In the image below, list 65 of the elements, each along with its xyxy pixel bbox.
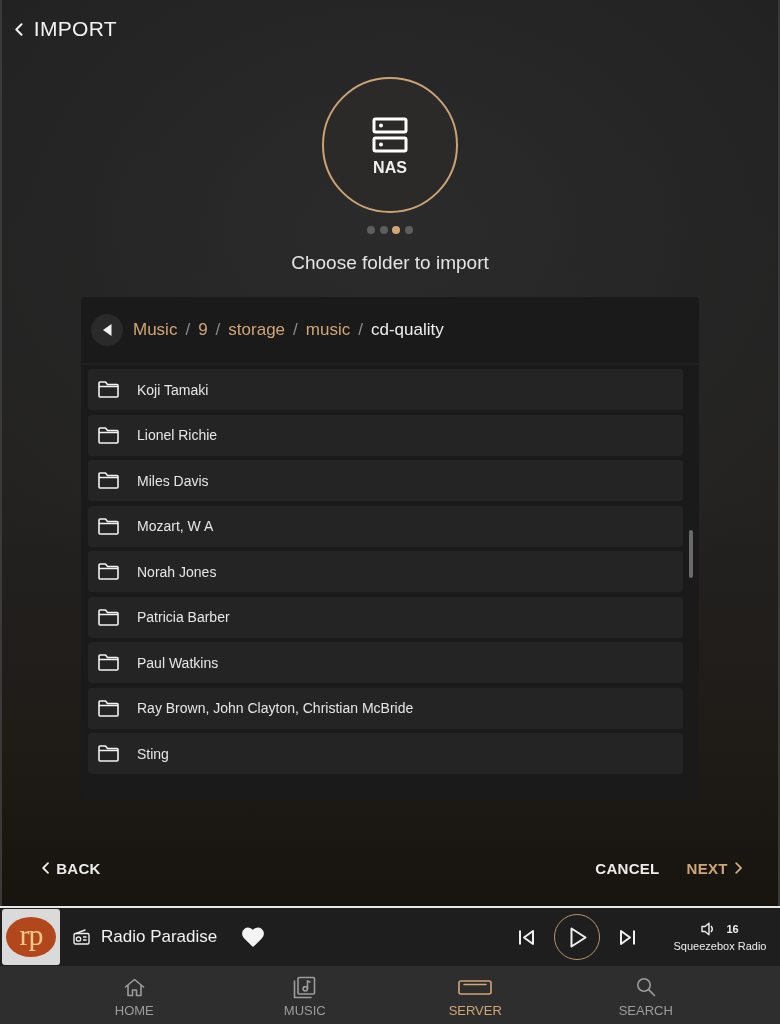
folder-name: Koji Tamaki bbox=[137, 381, 209, 398]
breadcrumb-link[interactable]: music bbox=[305, 320, 351, 340]
nav-tab[interactable]: HOME bbox=[49, 966, 220, 1024]
folder-icon bbox=[98, 699, 119, 717]
music-library-icon bbox=[293, 975, 317, 999]
back-text-button[interactable]: BACK bbox=[40, 855, 103, 881]
next-button[interactable]: NEXT bbox=[684, 855, 744, 881]
nav-tab[interactable]: MUSIC bbox=[219, 966, 390, 1024]
folder-name: Lionel Richie bbox=[137, 427, 218, 443]
folder-icon bbox=[98, 381, 119, 398]
breadcrumb-current: cd-quality bbox=[370, 320, 444, 340]
folder-icon bbox=[98, 563, 119, 580]
search-icon bbox=[635, 977, 656, 997]
breadcrumb-back-button[interactable] bbox=[91, 314, 123, 346]
breadcrumb-link[interactable]: storage bbox=[228, 320, 286, 340]
folder-icon bbox=[98, 654, 119, 671]
breadcrumb-link[interactable]: 9 bbox=[198, 320, 208, 340]
caret-left-icon bbox=[102, 324, 112, 336]
folder-icon bbox=[98, 472, 119, 489]
breadcrumb-separator: / bbox=[293, 320, 298, 340]
chevron-left-icon bbox=[42, 862, 50, 874]
server-slot-icon bbox=[458, 979, 493, 995]
folder-row[interactable]: Ray Brown, John Clayton, Christian McBride bbox=[88, 687, 683, 729]
skip-forward-icon bbox=[619, 928, 636, 946]
folder-name: Ray Brown, John Clayton, Christian McBride bbox=[137, 700, 414, 716]
speaker-icon bbox=[701, 922, 716, 936]
station-name: Radio Paradise bbox=[101, 927, 218, 947]
home-icon bbox=[123, 977, 145, 997]
nav-tab[interactable]: SERVER bbox=[390, 966, 561, 1024]
volume-value: 16 bbox=[726, 923, 739, 935]
heading: Choose folder to import bbox=[291, 251, 489, 275]
folder-name: Paul Watkins bbox=[137, 654, 219, 671]
folder-icon bbox=[98, 426, 119, 444]
folder-name: Sting bbox=[137, 745, 169, 762]
folder-icon bbox=[98, 517, 119, 535]
chevron-right-icon bbox=[734, 862, 742, 874]
folder-name: Patricia Barber bbox=[137, 609, 230, 625]
skip-back-icon bbox=[518, 928, 535, 946]
radio-icon bbox=[73, 929, 90, 945]
breadcrumb-separator: / bbox=[185, 320, 191, 340]
folder-row[interactable]: Koji Tamaki bbox=[88, 369, 683, 410]
source-label: NAS bbox=[373, 159, 407, 177]
folder-name: Mozart, W A bbox=[137, 518, 214, 534]
folder-row[interactable]: Sting bbox=[88, 733, 683, 774]
scrollbar-thumb[interactable] bbox=[689, 530, 693, 578]
folder-row[interactable]: Mozart, W A bbox=[88, 505, 683, 547]
cancel-button[interactable]: CANCEL bbox=[593, 855, 662, 881]
folder-row[interactable]: Miles Davis bbox=[88, 460, 683, 501]
folder-name: Miles Davis bbox=[137, 472, 209, 489]
server-icon bbox=[372, 117, 408, 153]
page-title: IMPORT bbox=[33, 16, 117, 42]
folder-row[interactable]: Lionel Richie bbox=[88, 414, 683, 456]
station-logo: rp bbox=[2, 909, 60, 965]
folder-name: Norah Jones bbox=[137, 563, 217, 580]
breadcrumb-link[interactable]: Music bbox=[133, 320, 178, 340]
folder-row[interactable]: Patricia Barber bbox=[88, 596, 683, 638]
breadcrumb-separator: / bbox=[215, 320, 221, 340]
folder-icon bbox=[98, 745, 119, 762]
breadcrumb-separator: / bbox=[358, 320, 363, 340]
folder-icon bbox=[98, 608, 119, 626]
chevron-left-icon bbox=[15, 22, 23, 36]
player-name: Squeezebox Radio bbox=[673, 940, 767, 952]
folder-row[interactable]: Paul Watkins bbox=[88, 642, 683, 683]
nav-tab[interactable]: SEARCH bbox=[560, 966, 731, 1024]
folder-row[interactable]: Norah Jones bbox=[88, 551, 683, 592]
